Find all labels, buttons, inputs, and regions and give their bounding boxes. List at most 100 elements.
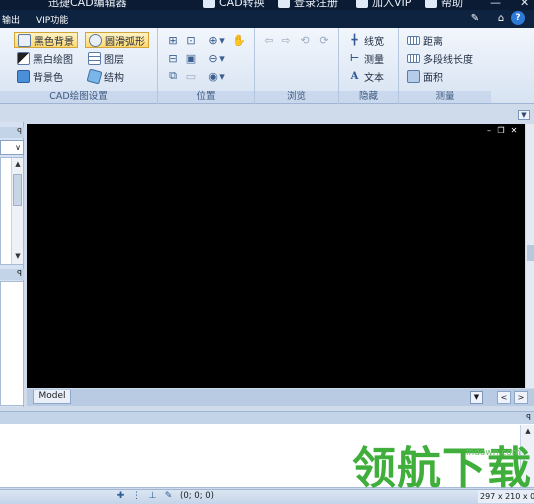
layout-tabs-bar: [27, 389, 534, 406]
fit-view-icon[interactable]: ⊟: [166, 51, 180, 65]
line-width-button[interactable]: ╋ 线宽: [345, 32, 387, 48]
measure-toggle-button[interactable]: ⊢ 测量: [345, 50, 387, 66]
measure-icon: ⊢: [349, 52, 360, 64]
left-panel-header-2: ꟼ: [0, 269, 24, 280]
scroll-up-icon[interactable]: ▲: [12, 158, 24, 170]
view-select-icon[interactable]: ▭: [184, 69, 198, 83]
app-title: 迅捷CAD编辑器: [48, 0, 127, 9]
login-register-button[interactable]: 登录注册: [278, 0, 338, 10]
distance-icon: [407, 35, 420, 45]
coordinates-readout: (0; 0; 0): [180, 491, 214, 501]
ortho-icon[interactable]: ⊥: [147, 491, 158, 502]
minimize-button[interactable]: —: [490, 0, 501, 10]
black-background-button[interactable]: 黑色背景: [14, 32, 78, 48]
skin-icon[interactable]: ✎: [468, 11, 482, 25]
title-bar: 迅捷CAD编辑器 CAD转换 登录注册 加入VIP 帮助 — ✕: [0, 0, 534, 10]
orbit-dropdown-icon[interactable]: ▾: [218, 69, 226, 83]
pin-icon-2[interactable]: ꟼ: [17, 269, 22, 278]
ribbon-bottom-strip: [0, 105, 534, 122]
group-label-browse: 浏览: [255, 91, 338, 103]
polyline-length-icon: [407, 53, 420, 63]
doc-close-button[interactable]: ✕: [510, 127, 518, 135]
close-button[interactable]: ✕: [520, 0, 529, 10]
doc-minimize-button[interactable]: –: [485, 127, 493, 135]
pan-view-icon[interactable]: ⊞: [166, 33, 180, 47]
group-label-position: 位置: [158, 91, 254, 103]
left-panel-scrollbar[interactable]: ▲ ▼: [11, 158, 23, 264]
doc-restore-button[interactable]: ❐: [497, 127, 505, 135]
bg-color-icon: [17, 69, 30, 83]
cad-convert-button[interactable]: CAD转换: [203, 0, 265, 10]
left-panel-combo[interactable]: ∨: [0, 140, 24, 155]
drawing-canvas[interactable]: [27, 124, 525, 388]
text-icon: A: [350, 70, 359, 82]
line-width-icon: ╋: [351, 34, 358, 46]
help-icon-title: [425, 0, 437, 8]
join-vip-button[interactable]: 加入VIP: [356, 0, 411, 10]
convert-icon: [203, 0, 215, 8]
back-arrow-icon[interactable]: ⇦: [262, 33, 276, 47]
group-browse: ⇦ ⇨ ⟲ ⟳ 浏览: [255, 28, 339, 104]
menu-output[interactable]: 输出: [2, 12, 20, 26]
layers-button[interactable]: 图层: [85, 50, 127, 66]
command-window-header: ꟼ: [0, 411, 534, 424]
scroll-thumb[interactable]: [13, 174, 22, 206]
zoom-in-dropdown-icon[interactable]: ▾: [218, 33, 226, 47]
area-icon: [407, 69, 420, 83]
command-pin-icon[interactable]: ꟼ: [526, 412, 531, 424]
ribbon: 黑色背景 圆滑弧形 黑白绘图 图层 背景色 结构 CAD绘图设置 ⊞ ⊡ ⊕ ▾…: [0, 28, 534, 104]
scroll-left-icon[interactable]: <: [497, 391, 511, 404]
zoom-extents-icon[interactable]: ▣: [184, 51, 198, 65]
view-3d-icon[interactable]: ⧉: [166, 69, 180, 83]
grid-icon[interactable]: ⋮: [131, 491, 142, 502]
left-panel-properties[interactable]: [0, 281, 24, 406]
distance-button[interactable]: 距离: [404, 32, 446, 48]
polar-icon[interactable]: ✎: [163, 491, 174, 502]
user-icon: [278, 0, 290, 8]
smooth-arc-button[interactable]: 圆滑弧形: [85, 32, 149, 48]
snap-icon[interactable]: ✚: [115, 491, 126, 502]
menu-bar: 输出 VIP功能 ✎ ⌂ ?: [0, 10, 534, 28]
bw-icon: [17, 51, 30, 65]
background-color-button[interactable]: 背景色: [14, 68, 66, 84]
refresh-icon[interactable]: ⟲: [298, 33, 312, 47]
watermark: 领航下载 lhdown.com: [352, 440, 532, 502]
arc-icon: [89, 33, 102, 47]
text-toggle-button[interactable]: A 文本: [345, 68, 387, 84]
scroll-down-icon[interactable]: ▼: [12, 250, 24, 262]
watermark-url: lhdown.com: [466, 448, 521, 458]
tab-menu-button[interactable]: ▼: [470, 391, 483, 404]
structure-icon: [86, 68, 103, 84]
home-view-icon[interactable]: ⟳: [317, 33, 331, 47]
help-menu-button[interactable]: 帮助: [425, 0, 463, 10]
zoom-out-dropdown-icon[interactable]: ▾: [218, 51, 226, 65]
left-panel-header: ꟼ: [0, 127, 24, 138]
pin-icon[interactable]: ꟼ: [17, 127, 22, 136]
canvas-scroll-thumb[interactable]: [527, 245, 534, 261]
tab-model[interactable]: Model: [33, 390, 71, 404]
structure-button[interactable]: 结构: [85, 68, 127, 84]
layers-icon: [88, 51, 101, 65]
group-hide: ╋ 线宽 ⊢ 测量 A 文本 隐藏: [339, 28, 399, 104]
area-button[interactable]: 面积: [404, 68, 446, 84]
group-label-measure: 测量: [399, 91, 491, 103]
hand-pan-icon[interactable]: ✋: [232, 33, 246, 47]
scroll-right-icon[interactable]: >: [514, 391, 528, 404]
group-label-hide: 隐藏: [339, 91, 398, 103]
group-measure: 距离 多段线长度 面积 测量: [399, 28, 491, 104]
help-icon[interactable]: ?: [511, 11, 525, 25]
group-position: ⊞ ⊡ ⊕ ▾ ✋ ⊟ ▣ ⊖ ▾ ⧉ ▭ ◉ ▾ 位置: [158, 28, 255, 104]
menu-vip-features[interactable]: VIP功能: [36, 12, 68, 26]
chevron-down-icon: ∨: [15, 143, 21, 152]
forward-arrow-icon[interactable]: ⇨: [279, 33, 293, 47]
vip-icon: [356, 0, 368, 8]
group-label-cad-settings: CAD绘图设置: [0, 91, 157, 103]
group-cad-settings: 黑色背景 圆滑弧形 黑白绘图 图层 背景色 结构 CAD绘图设置: [0, 28, 158, 104]
black-bg-icon: [18, 33, 31, 47]
ribbon-collapse-button[interactable]: ▼: [518, 110, 530, 120]
home-icon[interactable]: ⌂: [494, 11, 508, 25]
command-scroll-up-icon[interactable]: ▲: [522, 425, 534, 437]
black-white-drawing-button[interactable]: 黑白绘图: [14, 50, 76, 66]
polyline-length-button[interactable]: 多段线长度: [404, 50, 476, 66]
zoom-window-icon[interactable]: ⊡: [184, 33, 198, 47]
